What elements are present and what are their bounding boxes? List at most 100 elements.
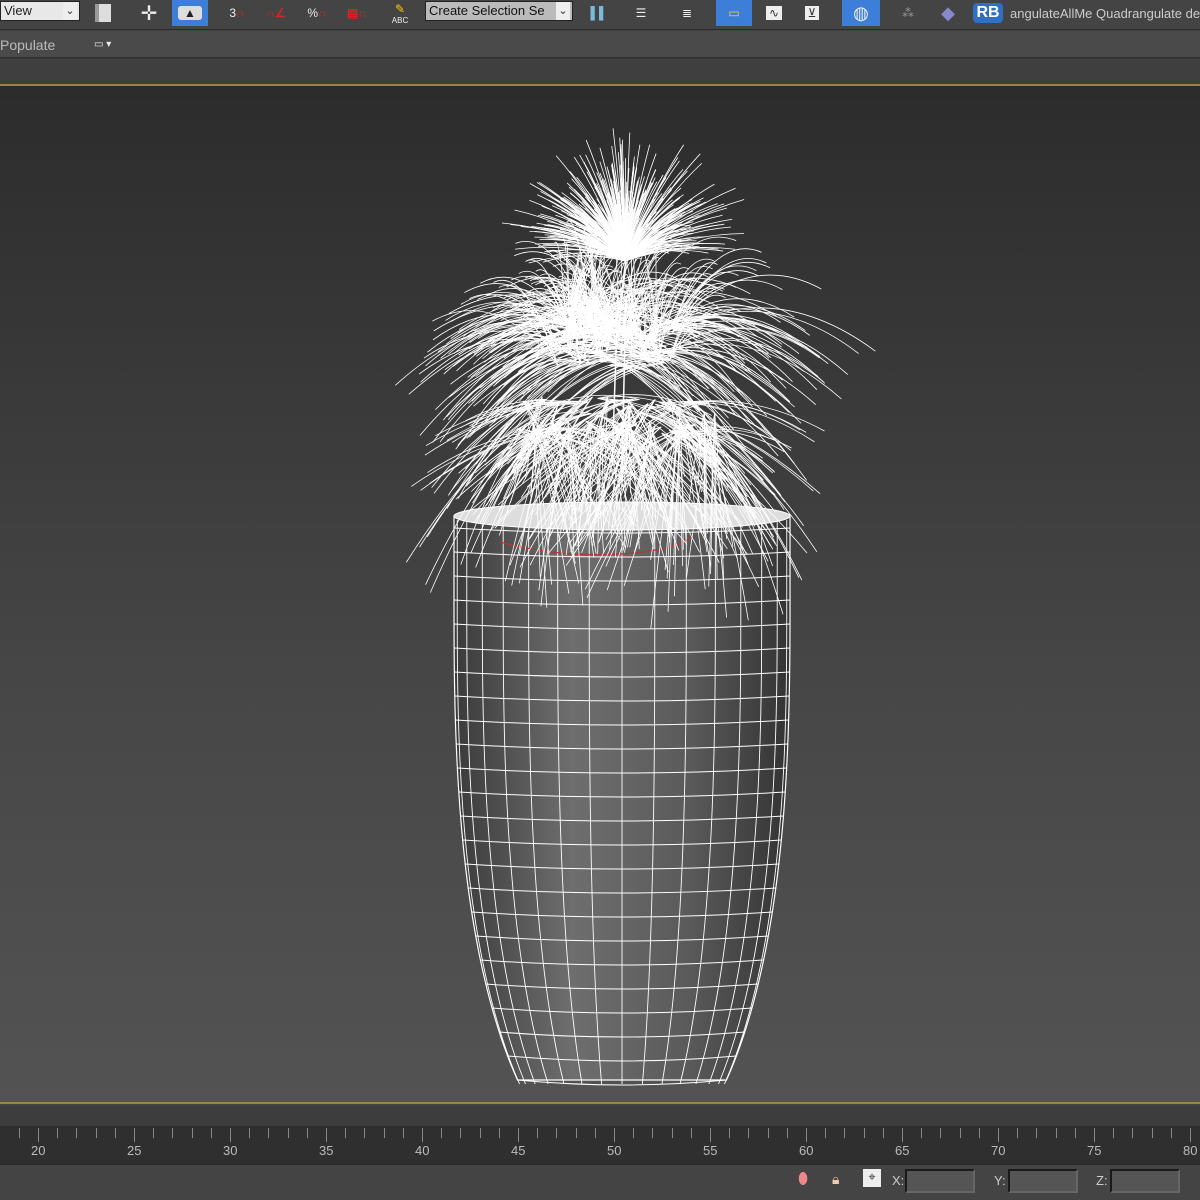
angle-snap-button[interactable]: ∩∠ xyxy=(258,0,294,26)
layer-manager-button[interactable]: ≣ xyxy=(670,0,704,26)
timeline-frame-label: 60 xyxy=(799,1143,814,1158)
timeline-tick xyxy=(1074,1128,1076,1138)
pencil-icon: ✎ xyxy=(394,1,406,16)
view-dropdown-value: View xyxy=(4,3,32,18)
schematic-icon: ⊻ xyxy=(804,6,820,20)
timeline-tick xyxy=(940,1128,942,1138)
timeline-tick xyxy=(671,1128,673,1138)
timeline-tick xyxy=(767,1128,769,1138)
main-toolbar: View ⌄ ✛ ▲ 3 ∩ ∩∠ % ∩ ▤∩ ✎ ABC Create Select… xyxy=(0,0,1200,30)
timeline-tick xyxy=(498,1128,500,1138)
timeline-tick xyxy=(364,1128,366,1138)
z-coordinate-field[interactable] xyxy=(1110,1169,1180,1193)
timeline-frame-label: 65 xyxy=(895,1143,910,1158)
render-frame-button[interactable]: ◆ xyxy=(930,0,966,26)
view-dropdown[interactable]: View ⌄ xyxy=(0,1,80,21)
key-pin-icon[interactable]: ⬮ xyxy=(798,1171,808,1189)
timeline-tick xyxy=(76,1128,78,1138)
spinner-magnet-icon: ▤∩ xyxy=(346,6,367,20)
status-bar: ⬮ 🔒︎ ⌖ X: Y: Z: xyxy=(0,1164,1200,1200)
timeline-tick xyxy=(1113,1128,1115,1138)
timeline-tick xyxy=(191,1128,193,1138)
timeline-tick xyxy=(1190,1128,1191,1142)
timeline-tick xyxy=(959,1128,961,1138)
timeline-tick xyxy=(287,1128,289,1138)
timeline-tick xyxy=(230,1128,231,1142)
snaps-toggle-button[interactable]: 3 ∩ xyxy=(220,0,254,26)
spinner-snap-button[interactable]: ▤∩ xyxy=(340,0,374,26)
timeline-frame-label: 70 xyxy=(991,1143,1006,1158)
mirror-icon: ▌▌ xyxy=(590,6,608,20)
timeline-frame-label: 75 xyxy=(1087,1143,1102,1158)
curve-editor-button[interactable]: ∿ xyxy=(758,0,790,26)
timeline-tick xyxy=(249,1128,251,1138)
mirror-button[interactable]: ▌▌ xyxy=(582,0,616,26)
material-editor-button[interactable]: ◍ xyxy=(842,0,880,26)
selection-set-dropdown[interactable]: Create Selection Se ⌄ xyxy=(425,1,573,21)
timeline-tick xyxy=(57,1128,59,1138)
absolute-mode-icon[interactable]: ⌖ xyxy=(863,1169,881,1187)
z-label: Z: xyxy=(1096,1173,1108,1188)
timeline-tick xyxy=(172,1128,174,1138)
perspective-viewport[interactable] xyxy=(0,84,1200,1104)
select-and-link-button[interactable] xyxy=(88,0,118,26)
timeline-tick xyxy=(844,1128,846,1138)
render-setup-button[interactable]: ⁂ xyxy=(892,0,924,26)
percent-label: % xyxy=(307,6,318,20)
ribbon-options-button[interactable]: ▭ ▾ xyxy=(94,39,111,50)
timeline-tick xyxy=(402,1128,404,1138)
timeline-tick xyxy=(441,1128,443,1138)
percent-snap-button[interactable]: % ∩ xyxy=(300,0,334,26)
plant-vase-wireframe xyxy=(395,128,876,1086)
schematic-view-button[interactable]: ⊻ xyxy=(796,0,828,26)
align-button[interactable]: ☰ xyxy=(624,0,658,26)
x-label: X: xyxy=(892,1173,905,1188)
material-sphere-icon: ◍ xyxy=(853,2,869,23)
particles-icon: ⁂ xyxy=(902,6,914,20)
x-coordinate-field[interactable] xyxy=(905,1169,975,1193)
timeline-frame-label: 35 xyxy=(319,1143,334,1158)
timeline-tick xyxy=(1132,1128,1134,1138)
timeline-tick xyxy=(633,1128,635,1138)
edit-named-selection-button[interactable]: ✎ ABC xyxy=(385,0,415,26)
timeline-tick xyxy=(326,1128,327,1142)
tab-populate[interactable]: Populate xyxy=(0,37,55,53)
timeline-tick xyxy=(1055,1128,1057,1138)
timeline-tick xyxy=(18,1128,20,1138)
timeline-tick xyxy=(210,1128,212,1138)
timeline-tick xyxy=(1017,1128,1019,1138)
timeline-tick xyxy=(518,1128,519,1142)
move-icon: ✛ xyxy=(140,2,158,25)
lightbulb-icon: ▭ xyxy=(728,6,740,20)
chevron-down-icon: ⌄ xyxy=(63,2,77,20)
lock-icon[interactable]: 🔒︎ xyxy=(832,1171,839,1188)
timeline-tick xyxy=(690,1128,692,1138)
script-buttons-label: angulateAllMe Quadrangulate de xyxy=(1010,5,1200,21)
chevron-down-icon: ⌄ xyxy=(556,2,570,20)
timeline-tick xyxy=(806,1128,807,1142)
curve-icon: ∿ xyxy=(765,6,783,20)
magnet-icon: ∩ xyxy=(236,6,245,20)
timeline: 20 25 30 35 40 45 50 55 60 65 70 75 80 xyxy=(0,1106,1200,1170)
timeline-tick xyxy=(556,1128,558,1138)
timeline-tick xyxy=(345,1128,347,1138)
timeline-tick xyxy=(422,1128,423,1142)
rb-script-button[interactable]: RB xyxy=(973,0,1003,26)
timeline-tick xyxy=(1151,1128,1153,1138)
timeline-tick xyxy=(594,1128,596,1138)
timeline-tick xyxy=(134,1128,135,1142)
grid-diamond-icon: ◆ xyxy=(941,2,955,23)
select-upload-button[interactable]: ▲ xyxy=(172,0,208,26)
rb-label: RB xyxy=(973,3,1003,23)
timeline-tick xyxy=(153,1128,155,1138)
timeline-tick xyxy=(268,1128,270,1138)
select-move-button[interactable]: ✛ xyxy=(134,0,164,26)
timeline-tick xyxy=(710,1128,711,1142)
timeline-frame-label: 50 xyxy=(607,1143,622,1158)
script-buttons[interactable]: angulateAllMe Quadrangulate de xyxy=(1010,0,1200,26)
timeline-tick xyxy=(786,1128,788,1138)
selection-set-value: Create Selection Se xyxy=(429,3,545,18)
scene-explorer-button[interactable]: ▭ xyxy=(716,0,752,26)
ribbon: Populate ▭ ▾ xyxy=(0,31,1200,59)
y-coordinate-field[interactable] xyxy=(1008,1169,1078,1193)
